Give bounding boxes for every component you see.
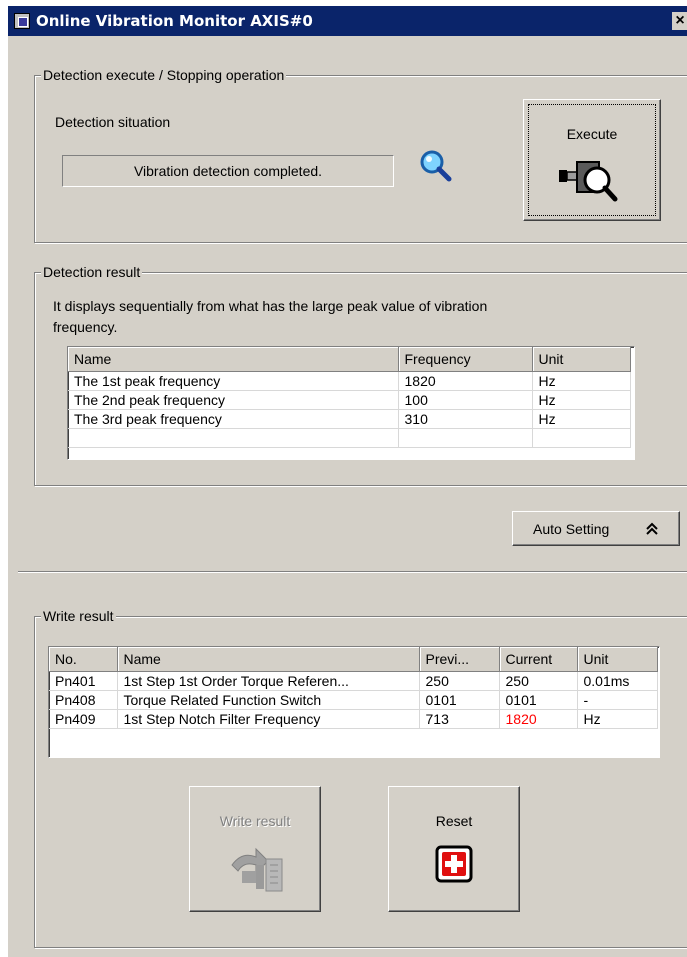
detection-status-field: Vibration detection completed. <box>62 155 394 187</box>
param-unit-cell: - <box>577 690 658 710</box>
table-row[interactable]: Pn409 1st Step Notch Filter Frequency 71… <box>49 709 658 729</box>
peak-frequency-cell: 100 <box>398 390 533 410</box>
auto-setting-label: Auto Setting <box>533 521 610 537</box>
write-result-button[interactable]: Write result <box>189 786 321 912</box>
title-bar: Online Vibration Monitor AXIS#0 × <box>8 6 687 36</box>
param-no-cell: Pn401 <box>49 671 118 691</box>
app-icon <box>14 13 30 29</box>
reset-button[interactable]: Reset <box>388 786 520 912</box>
execute-button-label: Execute <box>566 126 618 142</box>
peak-frequency-cell: 310 <box>398 409 533 429</box>
param-no-cell: Pn409 <box>49 709 118 729</box>
param-name-cell: Torque Related Function Switch <box>117 690 420 710</box>
param-previous-cell: 0101 <box>419 690 500 710</box>
magnifier-icon <box>420 150 452 182</box>
column-header-no[interactable]: No. <box>49 647 118 672</box>
param-name-cell: 1st Step Notch Filter Frequency <box>117 709 420 729</box>
table-row[interactable]: Pn408 Torque Related Function Switch 010… <box>49 690 658 710</box>
param-current-cell: 0101 <box>499 690 578 710</box>
column-header-current[interactable]: Current <box>499 647 578 672</box>
close-button[interactable]: × <box>672 12 687 30</box>
peak-unit-cell: Hz <box>532 390 631 410</box>
param-unit-cell: 0.01ms <box>577 671 658 691</box>
table-row[interactable]: The 3rd peak frequency 310 Hz <box>68 409 631 429</box>
detection-situation-label: Detection situation <box>55 114 171 130</box>
table-header-row: No. Name Previ... Current Unit <box>49 647 658 672</box>
double-chevron-up-icon <box>646 522 658 535</box>
vibration-monitor-window: Online Vibration Monitor AXIS#0 × Detect… <box>7 5 687 957</box>
column-header-name[interactable]: Name <box>68 347 399 372</box>
execute-button[interactable]: Execute <box>523 99 661 221</box>
section-divider <box>18 571 687 573</box>
detection-execute-legend: Detection execute / Stopping operation <box>41 67 287 83</box>
param-unit-cell: Hz <box>577 709 658 729</box>
table-header-row: Name Frequency Unit <box>68 347 631 372</box>
param-previous-cell: 713 <box>419 709 500 729</box>
table-row <box>68 428 631 448</box>
detection-status-text: Vibration detection completed. <box>133 163 323 179</box>
peak-unit-cell: Hz <box>532 371 631 391</box>
peak-frequency-cell: 1820 <box>398 371 533 391</box>
column-header-unit[interactable]: Unit <box>532 347 631 372</box>
param-current-cell-changed: 1820 <box>499 709 578 729</box>
peak-name-cell: The 1st peak frequency <box>68 371 399 391</box>
table-row[interactable]: Pn401 1st Step 1st Order Torque Referen.… <box>49 671 658 691</box>
peak-frequency-table[interactable]: Name Frequency Unit The 1st peak frequen… <box>67 346 635 460</box>
param-name-cell: 1st Step 1st Order Torque Referen... <box>117 671 420 691</box>
column-header-previous[interactable]: Previ... <box>419 647 500 672</box>
write-to-device-icon <box>231 847 283 892</box>
motor-magnifier-icon <box>559 161 618 202</box>
red-cross-icon <box>435 845 473 883</box>
write-result-legend: Write result <box>41 608 116 624</box>
param-previous-cell: 250 <box>419 671 500 691</box>
reset-button-label: Reset <box>435 813 473 829</box>
table-row[interactable]: The 2nd peak frequency 100 Hz <box>68 390 631 410</box>
detection-result-description-line2: frequency. <box>53 319 118 335</box>
auto-setting-button[interactable]: Auto Setting <box>512 511 680 546</box>
column-header-unit[interactable]: Unit <box>577 647 658 672</box>
param-current-cell: 250 <box>499 671 578 691</box>
write-result-table[interactable]: No. Name Previ... Current Unit Pn401 1st… <box>48 646 660 758</box>
window-title: Online Vibration Monitor AXIS#0 <box>36 12 313 30</box>
peak-name-cell: The 2nd peak frequency <box>68 390 399 410</box>
detection-result-description-line1: It displays sequentially from what has t… <box>53 298 488 314</box>
column-header-name[interactable]: Name <box>117 647 420 672</box>
detection-result-legend: Detection result <box>41 264 143 280</box>
column-header-frequency[interactable]: Frequency <box>398 347 533 372</box>
table-row[interactable]: The 1st peak frequency 1820 Hz <box>68 371 631 391</box>
peak-name-cell: The 3rd peak frequency <box>68 409 399 429</box>
peak-unit-cell: Hz <box>532 409 631 429</box>
write-result-button-label: Write result <box>219 813 291 829</box>
param-no-cell: Pn408 <box>49 690 118 710</box>
